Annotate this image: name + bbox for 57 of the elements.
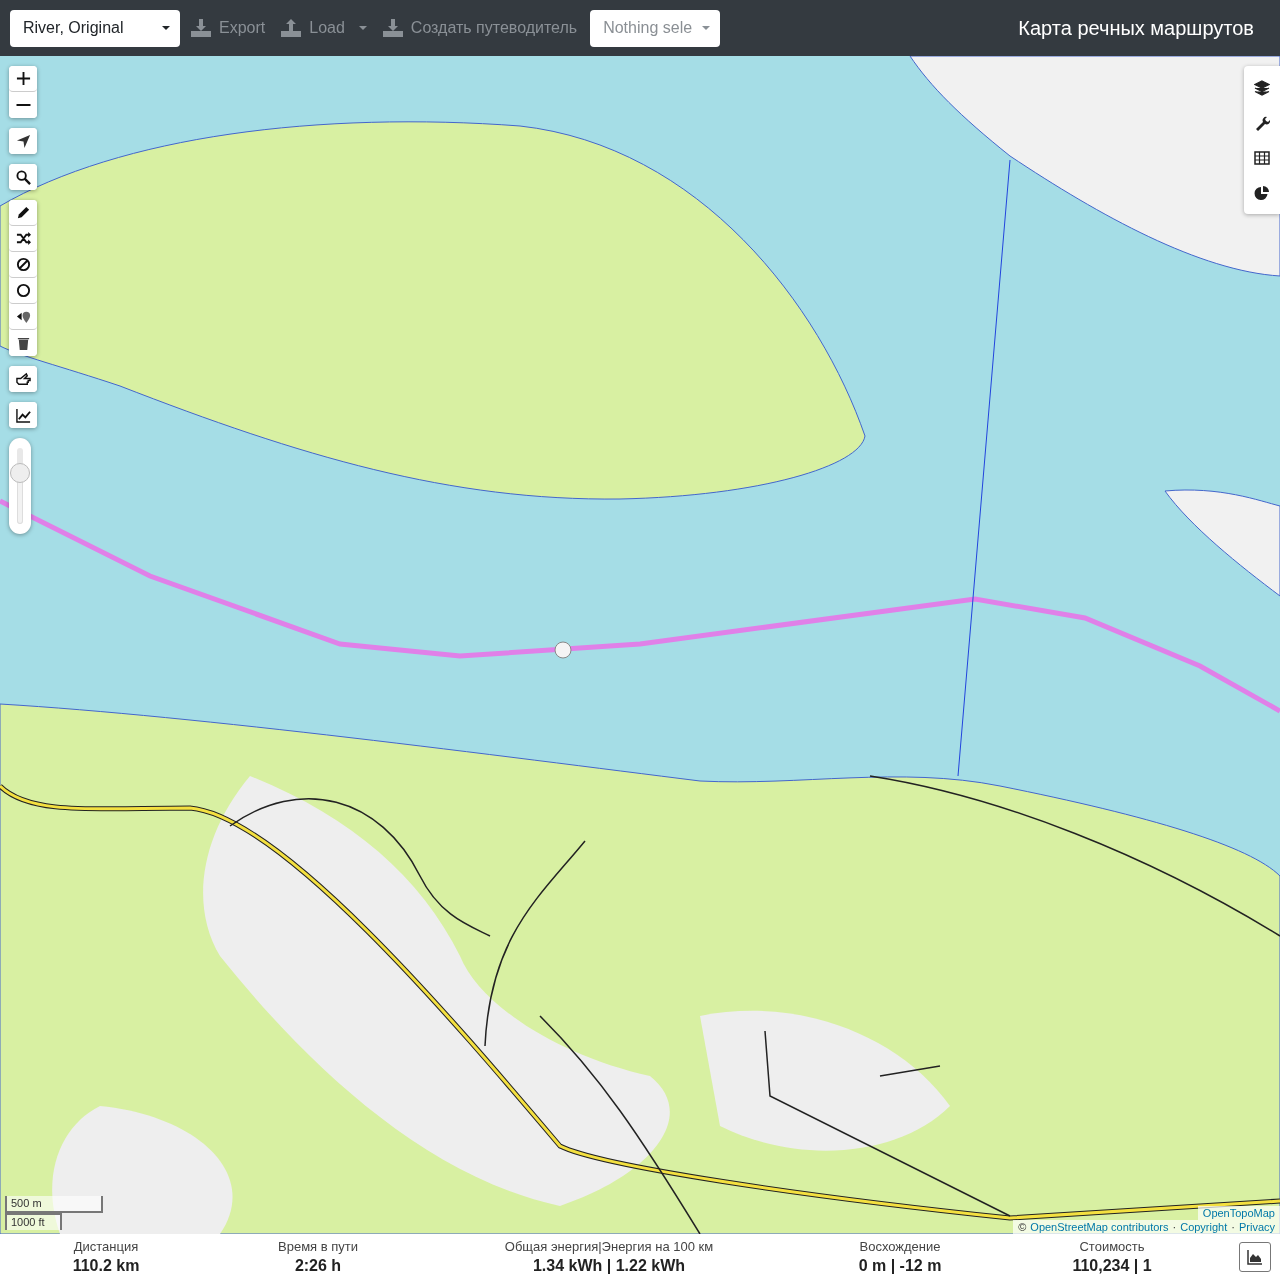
map-control-button[interactable] bbox=[9, 92, 37, 118]
map-control-button[interactable] bbox=[9, 366, 37, 392]
scale-bar: 500 m bbox=[5, 1196, 103, 1213]
toolbar-button[interactable]: Load bbox=[276, 15, 372, 41]
stat-value: 1.34 kWh | 1.22 kWh bbox=[532, 1257, 686, 1275]
stat-label: Время в пути bbox=[278, 1239, 358, 1254]
scale-bar: 1000 ft bbox=[5, 1213, 62, 1230]
download-icon bbox=[382, 19, 403, 37]
map-control-button[interactable] bbox=[9, 252, 37, 278]
stat-label: Дистанция bbox=[73, 1239, 139, 1254]
map-control-button[interactable] bbox=[9, 200, 37, 226]
area-chart-icon bbox=[1247, 1249, 1263, 1265]
download-icon bbox=[191, 19, 211, 37]
arrow-icon bbox=[15, 133, 31, 149]
pin-icon bbox=[15, 309, 31, 324]
circle-icon bbox=[15, 283, 31, 298]
layers-icon bbox=[1254, 79, 1270, 96]
shuffle-icon bbox=[15, 231, 31, 246]
map-control-button[interactable] bbox=[9, 164, 37, 190]
stat-value: 2:26 h bbox=[294, 1257, 342, 1275]
attribution-link[interactable]: Privacy bbox=[1238, 1221, 1275, 1233]
profile-select[interactable]: River, Original bbox=[10, 9, 180, 47]
pie-chart-icon bbox=[1254, 184, 1270, 201]
stat-value: 0 m | -12 m bbox=[858, 1257, 942, 1275]
separator-dot: · bbox=[1172, 1221, 1177, 1233]
line-chart-icon bbox=[15, 407, 31, 423]
separator-dot: · bbox=[1231, 1221, 1235, 1233]
pencil-icon bbox=[15, 205, 31, 220]
stat-value: 110.2 km bbox=[72, 1257, 140, 1275]
map-control-button[interactable] bbox=[9, 330, 37, 356]
stat-value: 110,234 | 1 bbox=[1072, 1257, 1152, 1275]
zoom-in-icon bbox=[15, 71, 31, 86]
map-control-button[interactable] bbox=[9, 128, 37, 154]
hand-icon bbox=[15, 371, 31, 387]
stat-label: Восхождение bbox=[859, 1239, 941, 1254]
stat-label: Стоимость bbox=[1079, 1239, 1145, 1254]
map-control-button[interactable] bbox=[9, 278, 37, 304]
map-control-button[interactable] bbox=[9, 66, 37, 92]
table-icon bbox=[1254, 149, 1270, 166]
attribution-link[interactable]: OpenStreetMap contributors bbox=[1030, 1221, 1169, 1233]
opacity-slider[interactable] bbox=[9, 438, 31, 534]
toolbar-button[interactable]: Export bbox=[186, 15, 271, 41]
route-select[interactable]: Nothing sele bbox=[590, 9, 721, 47]
map-control-button[interactable] bbox=[9, 226, 37, 252]
app-title: Карта речных маршрутов bbox=[1018, 16, 1255, 40]
ban-icon bbox=[15, 257, 31, 272]
map-control-button[interactable] bbox=[9, 402, 37, 428]
elevation-chart-button[interactable] bbox=[1239, 1242, 1271, 1272]
stat-label: Общая энергия|Энергия на 100 км bbox=[504, 1239, 714, 1254]
copyright-sign: © bbox=[1018, 1221, 1027, 1233]
trash-icon bbox=[15, 335, 31, 351]
upload-icon bbox=[281, 19, 302, 37]
attribution-link[interactable]: Copyright bbox=[1180, 1221, 1228, 1233]
search-icon bbox=[15, 169, 31, 185]
attribution-link[interactable]: OpenTopoMap bbox=[1197, 1206, 1280, 1220]
toolbar-button[interactable]: Создать путеводитель bbox=[377, 15, 583, 41]
wrench-icon bbox=[1254, 114, 1270, 131]
